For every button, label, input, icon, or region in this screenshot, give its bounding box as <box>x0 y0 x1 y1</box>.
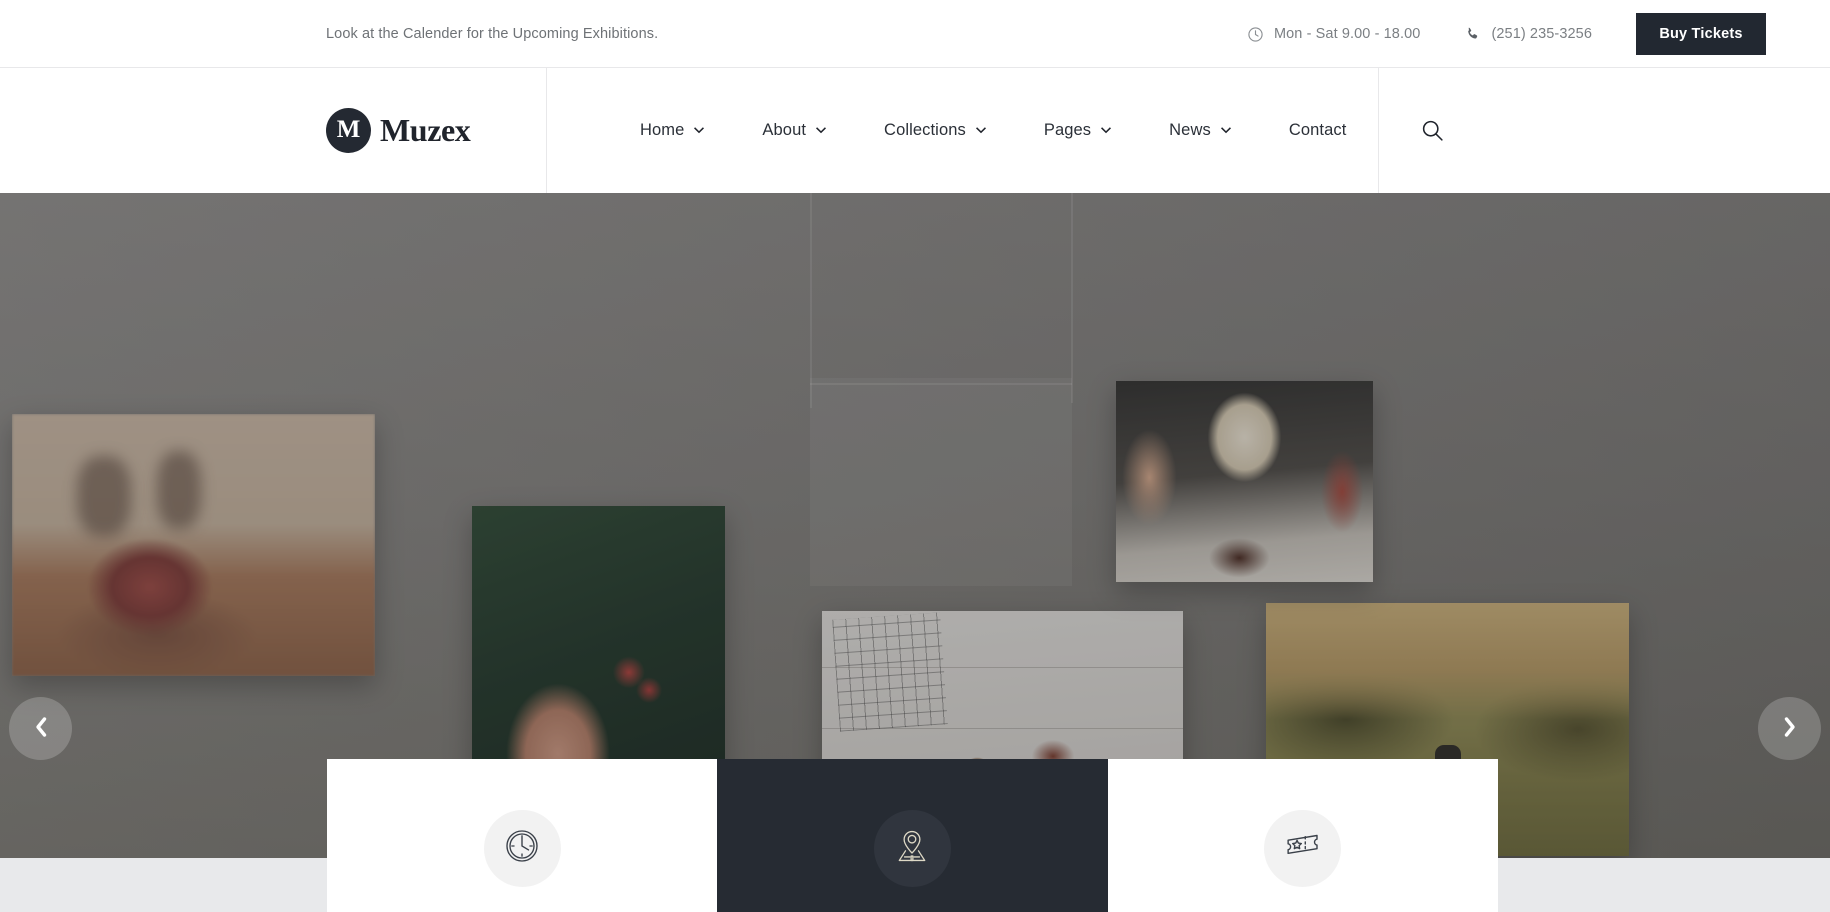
exhibitions-note: Look at the Calender for the Upcoming Ex… <box>326 0 658 68</box>
header-divider-left <box>546 68 547 193</box>
slider-next-button[interactable] <box>1758 697 1821 760</box>
nav-item-label: About <box>762 121 807 139</box>
phone-number-text: (251) 235-3256 <box>1491 26 1592 42</box>
info-card-tickets[interactable] <box>1107 759 1498 912</box>
chevron-down-icon <box>1100 121 1112 140</box>
info-card-icon-wrap <box>483 810 561 887</box>
chevron-down-icon <box>815 121 827 140</box>
chevron-down-icon <box>975 121 987 140</box>
ticket-star-icon <box>1282 825 1324 872</box>
header-tools <box>1420 68 1514 193</box>
nav-item-label: News <box>1169 121 1211 139</box>
main-navigation: Home About Collections Pages News Contac… <box>640 68 1346 193</box>
page-root: Look at the Calender for the Upcoming Ex… <box>0 0 1830 912</box>
nav-item-label: Collections <box>884 121 966 139</box>
info-card-hours[interactable] <box>327 759 718 912</box>
info-card-location[interactable] <box>717 759 1108 912</box>
nav-item-label: Home <box>640 121 685 139</box>
clock-icon <box>502 826 542 871</box>
exhibitions-note-text: Look at the Calender for the Upcoming Ex… <box>326 26 659 42</box>
clock-icon <box>1247 26 1264 43</box>
header-divider-right <box>1378 68 1379 193</box>
chevron-down-icon <box>1220 121 1232 140</box>
site-logo[interactable]: M Muzex <box>326 68 471 193</box>
nav-item-about[interactable]: About <box>762 121 827 140</box>
top-bar: Look at the Calender for the Upcoming Ex… <box>0 0 1830 68</box>
phone-number[interactable]: (251) 235-3256 <box>1464 26 1592 43</box>
logo-mark-icon: M <box>326 108 371 153</box>
nav-item-contact[interactable]: Contact <box>1289 121 1347 140</box>
search-icon[interactable] <box>1420 118 1445 143</box>
nav-item-news[interactable]: News <box>1169 121 1232 140</box>
opening-hours-text: Mon - Sat 9.00 - 18.00 <box>1273 26 1421 42</box>
nav-item-home[interactable]: Home <box>640 121 705 140</box>
buy-tickets-button[interactable]: Buy Tickets <box>1636 13 1766 55</box>
site-header: M Muzex Home About Collections Pages New… <box>0 68 1830 193</box>
slider-prev-button[interactable] <box>9 697 72 760</box>
nav-item-label: Contact <box>1288 121 1347 139</box>
opening-hours: Mon - Sat 9.00 - 18.00 <box>1247 26 1420 43</box>
nav-item-pages[interactable]: Pages <box>1044 121 1112 140</box>
phone-icon <box>1464 26 1481 43</box>
top-bar-right: Mon - Sat 9.00 - 18.00 (251) 235-3256 Bu… <box>1247 0 1830 68</box>
map-location-icon <box>891 825 933 872</box>
chevron-down-icon <box>693 121 705 140</box>
info-card-icon-wrap <box>873 810 951 887</box>
nav-item-label: Pages <box>1043 121 1092 139</box>
logo-wordmark: Muzex <box>380 112 471 148</box>
info-card-icon-wrap <box>1264 810 1342 887</box>
info-cards <box>327 759 1498 912</box>
chevron-right-icon <box>1782 716 1798 741</box>
chevron-left-icon <box>33 716 49 741</box>
hamburger-menu-icon[interactable] <box>1487 121 1514 140</box>
nav-item-collections[interactable]: Collections <box>884 121 987 140</box>
